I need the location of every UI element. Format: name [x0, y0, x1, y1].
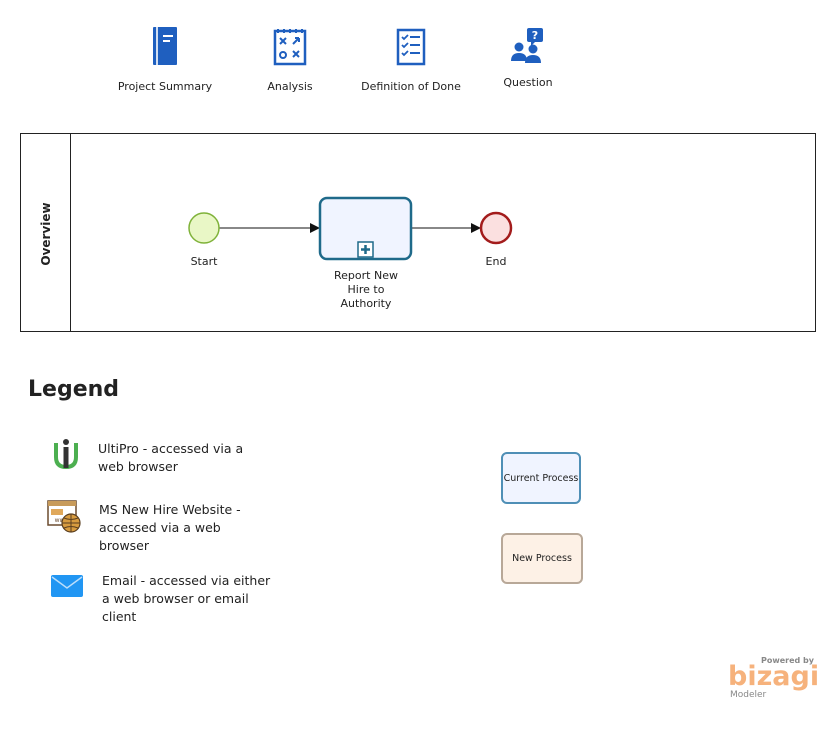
legend-title: Legend	[28, 377, 120, 402]
bizagi-logo: Powered by bizagi Modeler	[728, 656, 820, 702]
legend-text-website: MS New Hire Website - accessed via a web…	[99, 502, 241, 553]
start-event[interactable]	[188, 212, 220, 244]
legend-current-process: Current Process	[501, 452, 581, 504]
legend-text-email: Email - accessed via either a web browse…	[102, 573, 271, 624]
legend-new-process: New Process	[501, 533, 583, 584]
website-globe-icon: www	[47, 500, 81, 533]
legend-text-ultipro: UltiPro - accessed via a web browser	[98, 441, 244, 474]
modeler-text: Modeler	[730, 690, 767, 700]
process-flow	[188, 196, 513, 261]
bizagi-brand-text: bizagi	[728, 661, 820, 692]
end-event[interactable]	[479, 211, 513, 245]
task-label: Report New Hire to Authority	[334, 269, 398, 310]
end-label: End	[485, 255, 507, 268]
email-envelope-icon	[51, 575, 83, 597]
ultipro-logo-icon	[54, 439, 78, 470]
start-label: Start	[190, 255, 218, 268]
